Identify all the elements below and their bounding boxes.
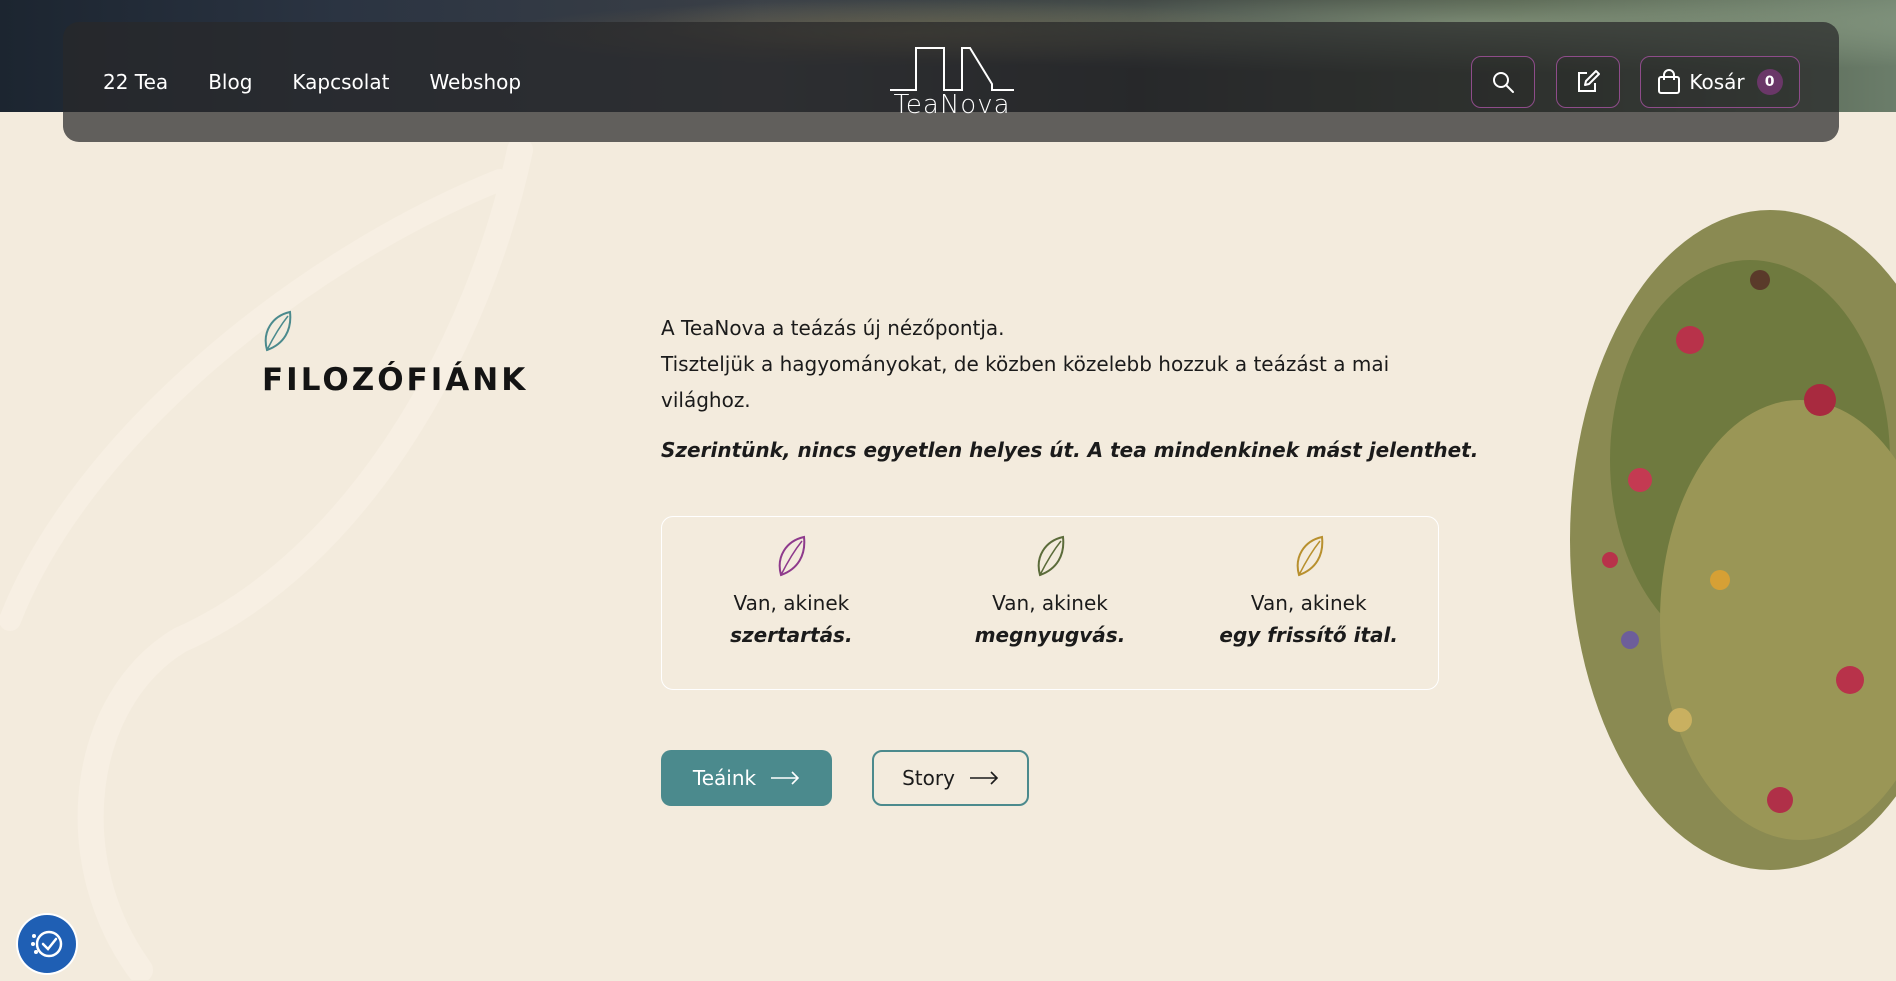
accessibility-button[interactable] (18, 915, 76, 973)
cart-label: Kosár (1689, 70, 1745, 94)
cart-count-badge: 0 (1756, 69, 1783, 95)
nav-webshop[interactable]: Webshop (429, 70, 521, 94)
nav-kapcsolat[interactable]: Kapcsolat (292, 70, 389, 94)
leaf-icon (264, 310, 292, 352)
card-line-2: szertartás. (730, 623, 853, 647)
search-icon (1493, 72, 1514, 93)
leaf-icon (1037, 535, 1065, 577)
philosophy-cards: Van, akinek szertartás. Van, akinek megn… (661, 516, 1439, 690)
intro-line-2: Tiszteljük a hagyományokat, de közben kö… (661, 352, 1390, 412)
logo-text: TeaNova (893, 90, 1011, 120)
shopping-bag-icon (1658, 69, 1681, 94)
search-button[interactable] (1471, 56, 1535, 108)
intro-text: A TeaNova a teázás új nézőpontja. Tiszte… (661, 310, 1421, 418)
nav-blog[interactable]: Blog (208, 70, 252, 94)
card-refresh: Van, akinek egy frissítő ital. (1179, 517, 1438, 689)
card-line-1: Van, akinek (992, 591, 1108, 615)
arrow-right-icon (771, 771, 800, 785)
card-line-1: Van, akinek (1250, 591, 1367, 615)
site-header: 22 Tea Blog Kapcsolat Webshop TeaNova Ko… (63, 22, 1839, 142)
card-ritual: Van, akinek szertartás. (662, 517, 921, 689)
intro-line-1: A TeaNova a teázás új nézőpontja. (661, 316, 1005, 340)
card-line-2: megnyugvás. (974, 623, 1126, 647)
teas-button[interactable]: Teáink (661, 750, 832, 806)
card-calm: Van, akinek megnyugvás. (921, 517, 1180, 689)
edit-button[interactable] (1556, 56, 1620, 108)
leaf-icon (779, 535, 806, 577)
arrow-right-icon (969, 771, 999, 785)
story-button-label: Story (902, 766, 955, 790)
teas-button-label: Teáink (692, 766, 757, 790)
logo-mark-icon (890, 47, 1014, 91)
edit-icon (1578, 70, 1600, 92)
site-logo[interactable]: TeaNova (887, 44, 1017, 124)
story-button[interactable]: Story (872, 750, 1029, 806)
card-line-2: egy frissítő ital. (1219, 623, 1398, 647)
section-title: FILOZÓFIÁNK (262, 362, 529, 398)
main-nav: 22 Tea Blog Kapcsolat Webshop (103, 22, 521, 142)
leaf-icon (1296, 535, 1323, 577)
background-leaf-decoration (0, 140, 533, 980)
cart-button[interactable]: Kosár 0 (1640, 56, 1800, 108)
tea-leaves-image (1570, 210, 1896, 870)
nav-22-tea[interactable]: 22 Tea (103, 70, 168, 94)
card-line-1: Van, akinek (733, 591, 850, 615)
motto-text: Szerintünk, nincs egyetlen helyes út. A … (661, 438, 1479, 462)
accessibility-icon (31, 930, 63, 958)
